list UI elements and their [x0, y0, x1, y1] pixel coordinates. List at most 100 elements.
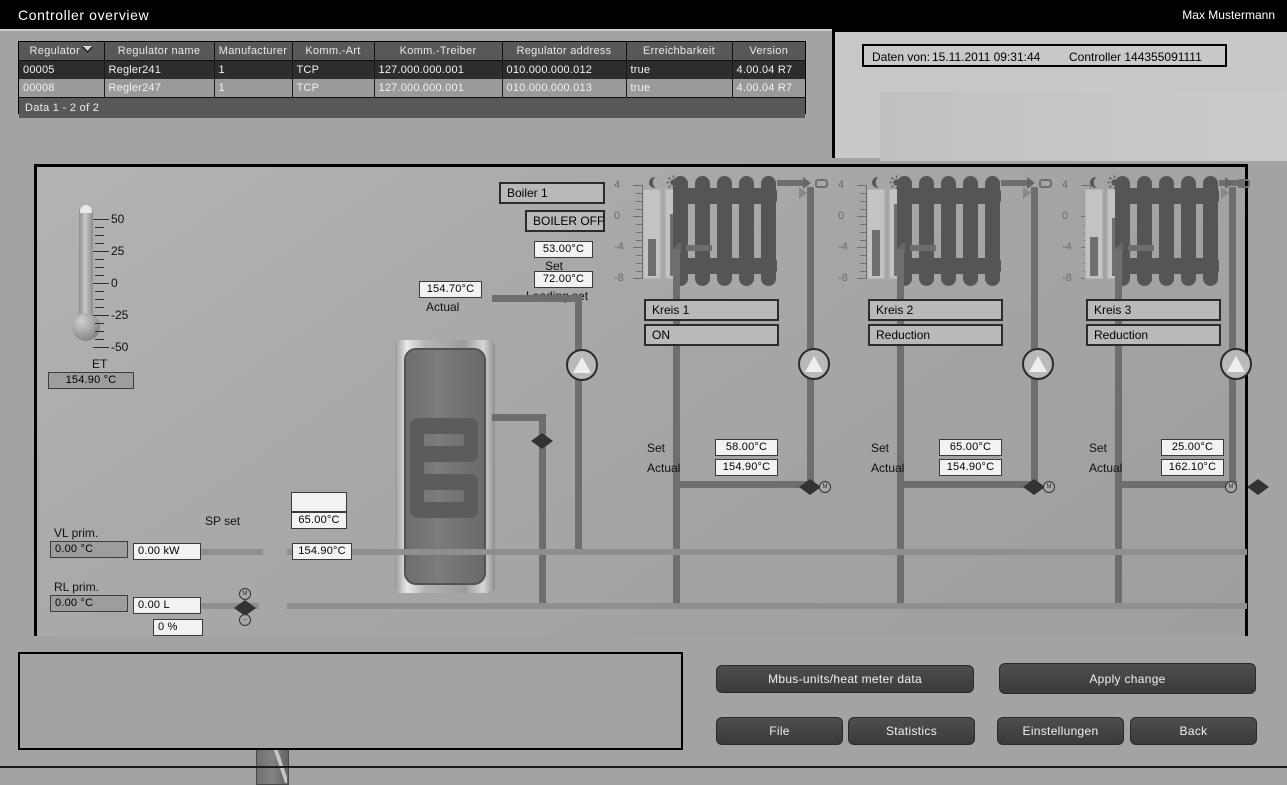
circuit-1-pump[interactable] [798, 348, 830, 380]
radiator-fin [695, 176, 710, 286]
circuit-1-return-drop [673, 555, 680, 603]
secondary-flow-temp-value[interactable]: 154.90°C [292, 543, 352, 560]
scale-tick [860, 201, 867, 202]
apply-change-button[interactable]: Apply change [999, 663, 1256, 694]
thermometer-bulb [72, 313, 100, 341]
table-row[interactable]: 00008 Regler247 1 TCP 127.000.000.001 01… [19, 79, 805, 98]
heat-flow-value[interactable]: 0.00 L [133, 597, 201, 614]
radiator-fin [1159, 176, 1174, 286]
circuit-1-mixing-valve[interactable] [799, 479, 821, 495]
controller-table: Regulator Regulator name Manufacturer Ko… [19, 42, 805, 98]
page-title: Controller overview [18, 7, 150, 23]
vl-prim-value[interactable]: 0.00 °C [50, 541, 128, 558]
column-header-komm-art[interactable]: Komm.-Art [292, 42, 375, 62]
circuit-2-mixing-valve[interactable] [1023, 479, 1045, 495]
circuit-2-state-box[interactable]: Reduction [868, 324, 1003, 346]
pump-arrow-icon [1029, 356, 1047, 372]
boiler-loading-set-value[interactable]: 72.00°C [534, 271, 593, 288]
scale-tick [636, 232, 643, 233]
circuit-3-state-box[interactable]: Reduction [1086, 324, 1221, 346]
circuit-3-pump[interactable] [1220, 348, 1252, 380]
statistics-button[interactable]: Statistics [848, 717, 975, 745]
rl-prim-label: RL prim. [54, 580, 99, 594]
circuit-1-actual-value[interactable]: 154.90°C [715, 459, 778, 476]
rl-prim-value[interactable]: 0.00 °C [50, 595, 128, 612]
column-header-regulator-name[interactable]: Regulator name [104, 42, 215, 62]
boiler-return-valve[interactable] [531, 433, 553, 449]
table-header-row: Regulator Regulator name Manufacturer Ko… [19, 42, 805, 62]
column-header-regulator[interactable]: Regulator [19, 42, 105, 62]
column-header-erreichbarkeit[interactable]: Erreichbarkeit [626, 42, 733, 62]
mbus-units-heat-meter-data-button[interactable]: Mbus-units/heat meter data [716, 665, 974, 693]
outside-temperature-thermometer: 50 25 0 -25 -50 [59, 205, 179, 354]
circuit-2-actual-value[interactable]: 154.90°C [939, 459, 1002, 476]
cell-komm-treiber: 127.000.000.001 [374, 79, 503, 98]
boiler-return-pipe [492, 414, 546, 421]
circuit-3-return-pipe [1115, 249, 1122, 555]
column-header-manufacturer[interactable]: Manufacturer [214, 42, 293, 62]
scale-label-0: 0 [1062, 210, 1069, 222]
radiator-fin [1137, 176, 1152, 286]
radiator-fin [717, 176, 732, 286]
sp-set-blank-field[interactable] [291, 492, 347, 512]
circuit-2-flow-pipe [1031, 187, 1038, 487]
circuit-1-state-box[interactable]: ON [644, 324, 779, 346]
scale-tick-major [633, 185, 643, 186]
data-timestamp-value: 15.11.2011 09:31:44 [932, 50, 1041, 64]
back-button[interactable]: Back [1130, 717, 1257, 745]
circuit-2-actual-label: Actual [871, 461, 905, 475]
circuit-1-room-stub [777, 180, 803, 186]
message-box [18, 652, 683, 750]
circuit-2-set-label: Set [871, 441, 890, 455]
outside-temp-value[interactable]: 154.90 °C [48, 372, 134, 389]
einstellungen-button[interactable]: Einstellungen [997, 717, 1124, 745]
boiler-set-value[interactable]: 53.00°C [534, 241, 593, 258]
scale-tick [860, 255, 867, 256]
column-header-regulator-address[interactable]: Regulator address [502, 42, 627, 62]
boiler-vessel[interactable] [395, 340, 495, 593]
circuit-1-name-box[interactable]: Kreis 1 [644, 299, 779, 321]
boiler-name-box[interactable]: Boiler 1 [499, 182, 605, 204]
circuit-3-mixing-valve[interactable] [1247, 479, 1269, 495]
scale-label-0: 0 [614, 210, 621, 222]
circuit-1-flow-pipe [807, 187, 814, 487]
boiler-actual-label: Actual [426, 300, 460, 314]
thermometer-tick-major [93, 283, 109, 284]
circuit-1-return-pipe [673, 249, 680, 555]
thermometer-tick [95, 299, 104, 300]
scale-label-m8: -8 [838, 272, 848, 284]
boiler-charging-pump[interactable] [566, 349, 598, 381]
circuit-2-set-value[interactable]: 65.00°C [939, 439, 1002, 456]
sort-descending-icon[interactable] [81, 43, 93, 59]
file-button[interactable]: File [716, 717, 843, 745]
circuit-2-pump[interactable] [1022, 348, 1054, 380]
cell-regulator-name: Regler241 [104, 60, 215, 80]
sp-set-value[interactable]: 65.00°C [291, 512, 347, 529]
scale-tick [636, 209, 643, 210]
circuit-1-set-value[interactable]: 58.00°C [715, 439, 778, 456]
circuit-3-name-box[interactable]: Kreis 3 [1086, 299, 1221, 321]
heat-power-value[interactable]: 0.00 kW [133, 543, 201, 560]
cell-komm-treiber: 127.000.000.001 [374, 60, 503, 80]
secondary-return-header [287, 603, 1247, 609]
scale-tick [860, 224, 867, 225]
title-bar: Controller overview Max Mustermann [0, 0, 1287, 31]
circuit-3-return-drop [1115, 555, 1122, 603]
scale-tick-major [857, 247, 867, 248]
circuit-3-set-value[interactable]: 25.00°C [1161, 439, 1224, 456]
boiler-flow-pipe-down [575, 295, 582, 351]
scale-tick [636, 271, 643, 272]
circuit-2-return-stub [910, 245, 936, 251]
circuit-3-actual-value[interactable]: 162.10°C [1161, 459, 1224, 476]
boiler-coil-bend [464, 474, 478, 518]
table-row[interactable]: 00005 Regler241 1 TCP 127.000.000.001 01… [19, 60, 805, 80]
radiator-fin [919, 176, 934, 286]
boiler-actual-value[interactable]: 154.70°C [419, 281, 482, 298]
boiler-state-box[interactable]: BOILER OFF [525, 210, 605, 232]
valve-position-percent-value[interactable]: 0 % [153, 619, 203, 636]
info-panel-shade [880, 92, 1287, 161]
column-header-komm-treiber[interactable]: Komm.-Treiber [374, 42, 503, 62]
scale-label-m4: -4 [614, 241, 624, 253]
circuit-2-name-box[interactable]: Kreis 2 [868, 299, 1003, 321]
column-header-version[interactable]: Version [732, 42, 805, 62]
